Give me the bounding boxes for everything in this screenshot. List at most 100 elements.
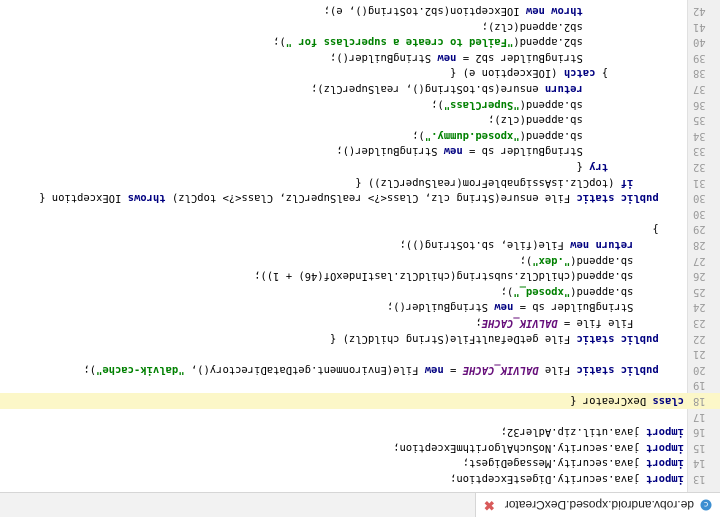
line-number: 20 xyxy=(693,363,706,376)
code-line[interactable]: 24 StringBuilder sb = new StringBuilder(… xyxy=(0,299,720,315)
code-token: throws xyxy=(127,192,166,205)
code-line[interactable]: 36 sb.append("SuperClass"); xyxy=(0,97,720,113)
code-editor[interactable]: 13 import java.security.DigestException; 1… xyxy=(0,0,720,492)
code-text: import java.util.zip.Adler32; xyxy=(501,424,684,440)
code-line[interactable]: 39 StringBuilder sb2 = new StringBuilder… xyxy=(0,50,720,66)
code-line[interactable]: 16 import java.util.zip.Adler32; xyxy=(0,424,720,440)
file-tab[interactable]: c de.robv.android.xposed.DexCreator ✖ xyxy=(474,493,720,517)
code-token: "dalvik-cache" xyxy=(96,363,185,376)
code-token: File file = xyxy=(557,317,684,329)
code-token: StringBuilder(); xyxy=(336,145,444,158)
line-number: 34 xyxy=(693,129,706,142)
code-token: import xyxy=(646,426,684,439)
code-line[interactable]: 33 StringBuilder sb = new StringBuilder(… xyxy=(0,143,720,159)
close-tab-icon[interactable]: ✖ xyxy=(484,497,495,513)
code-line[interactable]: 43 } xyxy=(0,0,720,3)
code-token: public static xyxy=(576,192,659,205)
code-line[interactable]: 22 public static File getDefaultFile(Str… xyxy=(0,331,720,347)
line-number: 40 xyxy=(693,36,706,49)
code-line[interactable]: 34 sb.append("xposed.dummy."); xyxy=(0,128,720,144)
code-token: public static xyxy=(576,332,659,345)
code-line[interactable]: 30 xyxy=(0,206,720,222)
line-number: 35 xyxy=(693,114,706,127)
code-text: sb.append(".dex"); xyxy=(520,253,684,269)
code-line[interactable]: 26 sb.append(childClz.substring(childClz… xyxy=(0,268,720,284)
code-token: } xyxy=(595,67,684,80)
code-line[interactable]: 23 File file = DALVIK_CACHE; xyxy=(0,315,720,331)
code-token: sb.append(clz); xyxy=(488,114,684,127)
line-number: 25 xyxy=(693,285,706,298)
code-line[interactable]: 25 sb.append("xposed_"); xyxy=(0,284,720,300)
code-token: } xyxy=(652,223,684,236)
code-line[interactable]: 28 return new File(file, sb.toString()); xyxy=(0,237,720,253)
code-line[interactable]: 17 xyxy=(0,409,720,425)
code-text: try { xyxy=(577,159,684,175)
code-token: File(file, sb.toString()); xyxy=(399,239,571,251)
code-token: ); xyxy=(273,36,286,49)
code-token: if xyxy=(620,176,634,189)
code-token: try xyxy=(589,161,609,173)
code-line[interactable]: 19 xyxy=(0,377,720,393)
code-token: throw new xyxy=(525,5,583,17)
code-line[interactable]: 21 xyxy=(0,346,720,362)
code-token: sb2.append( xyxy=(513,36,684,49)
code-token: ".dex" xyxy=(532,254,571,267)
code-token: new xyxy=(437,51,457,64)
code-token: ); xyxy=(431,98,444,111)
line-number: 38 xyxy=(693,67,706,80)
code-line[interactable]: 32 try { xyxy=(0,159,720,175)
code-line[interactable]: 38 } catch (IOException e) { xyxy=(0,65,720,81)
code-text: sb2.append("Failed to create a superclas… xyxy=(273,34,684,50)
line-number: 36 xyxy=(693,98,706,111)
code-token: catch xyxy=(563,67,596,80)
code-token: import xyxy=(646,441,684,454)
code-text: } xyxy=(652,221,684,237)
line-number: 30 xyxy=(693,207,706,220)
code-token: class xyxy=(652,395,684,407)
code-text: import java.security.DigestException; xyxy=(450,471,684,487)
code-line[interactable]: 13 import java.security.DigestException; xyxy=(0,471,720,487)
code-line[interactable]: 27 sb.append(".dex"); xyxy=(0,253,720,269)
code-line[interactable]: 31 if (topClz.isAssignableFrom(realSuper… xyxy=(0,175,720,191)
code-token: sb2.append(clz); xyxy=(481,20,684,33)
code-token: = xyxy=(443,363,463,376)
code-text: public static File DALVIK_CACHE = new Fi… xyxy=(83,362,684,378)
code-text: sb.append("SuperClass"); xyxy=(431,97,684,113)
line-number: 29 xyxy=(693,223,706,236)
code-line[interactable]: 30 public static File ensure(String clz,… xyxy=(0,190,720,206)
code-token: sb.append(childClz.substring(childClz.la… xyxy=(254,270,684,283)
code-text: import java.security.NoSuchAlgorithmExce… xyxy=(393,440,684,456)
code-token: sb.append( xyxy=(519,129,684,142)
code-line[interactable]: 41 sb2.append(clz); xyxy=(0,19,720,35)
code-line[interactable]: 37 return ensure(sb.toString(), realSupe… xyxy=(0,81,720,97)
code-text: public static File getDefaultFile(String… xyxy=(330,331,684,347)
code-text: public static File ensure(String clz, Cl… xyxy=(39,190,684,206)
code-text: } xyxy=(602,0,684,3)
code-line[interactable]: 35 sb.append(clz); xyxy=(0,112,720,128)
code-token: java.security.MessageDigest; xyxy=(462,457,647,470)
line-number: 41 xyxy=(693,20,706,33)
code-line[interactable]: 29 } xyxy=(0,221,720,237)
code-line[interactable]: 20 public static File DALVIK_CACHE = new… xyxy=(0,362,720,378)
code-token: IOException { xyxy=(39,192,128,205)
code-line[interactable]: 14 import java.security.MessageDigest; xyxy=(0,455,720,471)
code-token: sb.append( xyxy=(570,254,684,267)
code-token: "xposed.dummy." xyxy=(424,129,520,142)
code-line[interactable]: 40 sb2.append("Failed to create a superc… xyxy=(0,34,720,50)
line-number: 42 xyxy=(693,5,706,17)
code-token: "xposed_" xyxy=(513,285,571,298)
code-token: sb.append( xyxy=(570,285,684,298)
code-token: StringBuilder(); xyxy=(329,51,438,64)
code-text: return new File(file, sb.toString()); xyxy=(400,237,684,253)
code-token: File getDefaultFile(String childClz) { xyxy=(329,332,577,345)
code-token: ensure(sb.toString(), realSuperClz); xyxy=(311,83,545,95)
code-line[interactable]: 15 import java.security.NoSuchAlgorithmEx… xyxy=(0,440,720,456)
code-line-highlighted[interactable]: 18 class DexCreator { xyxy=(0,393,720,409)
code-line[interactable]: 42 throw new IOException(sb2.toString(),… xyxy=(0,3,720,19)
code-text: sb.append(clz); xyxy=(488,112,684,128)
code-token: return xyxy=(544,83,583,95)
code-token: File ensure(String clz, Class<?> realSup… xyxy=(165,192,577,205)
code-text: return ensure(sb.toString(), realSuperCl… xyxy=(311,81,684,97)
